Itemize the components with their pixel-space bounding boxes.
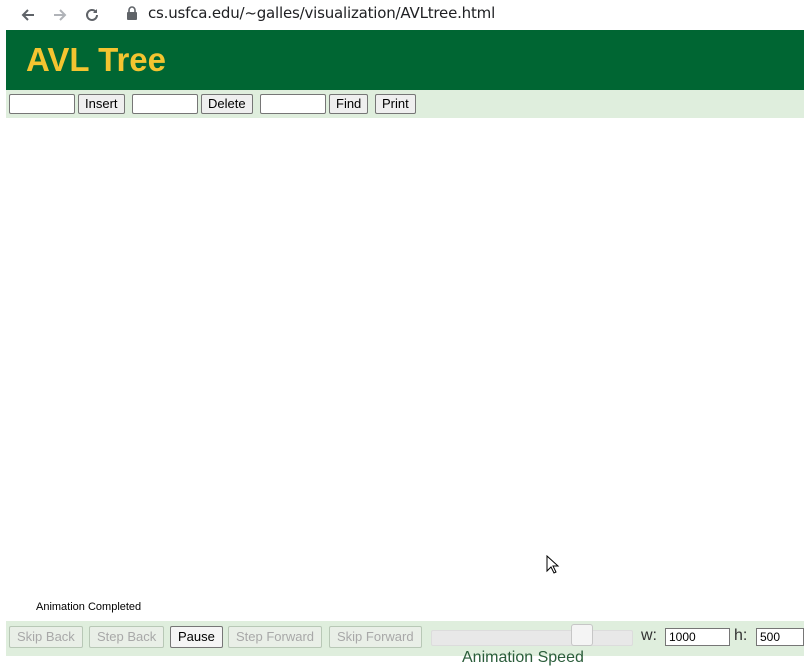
mouse-cursor-icon [546,554,560,580]
reload-icon[interactable] [80,3,104,27]
animation-canvas[interactable] [6,118,804,620]
step-back-button[interactable]: Step Back [89,626,165,648]
algorithm-toolbar: Insert Delete Find Print [6,90,804,118]
skip-back-button[interactable]: Skip Back [9,626,83,648]
insert-button[interactable]: Insert [78,94,125,114]
step-forward-button[interactable]: Step Forward [228,626,323,648]
pause-button[interactable]: Pause [170,626,223,648]
insert-input[interactable] [9,94,75,114]
print-button[interactable]: Print [375,94,416,114]
width-input[interactable] [665,628,730,646]
speed-label: Animation Speed [462,649,584,666]
page-content: AVL Tree Insert Delete Find Print Animat… [6,30,804,666]
browser-toolbar: cs.usfca.edu/~galles/visualization/AVLtr… [0,0,804,30]
address-bar[interactable]: cs.usfca.edu/~galles/visualization/AVLtr… [148,4,495,22]
height-label: h: [734,627,748,644]
page-header: AVL Tree [6,30,804,90]
animation-controls: Skip Back Step Back Pause Step Forward S… [6,621,804,666]
status-text: Animation Completed [36,601,142,613]
delete-button[interactable]: Delete [201,94,253,114]
height-input[interactable] [756,628,804,646]
page-title: AVL Tree [26,41,167,78]
lock-icon [126,6,138,25]
delete-input[interactable] [132,94,198,114]
find-button[interactable]: Find [329,94,369,114]
find-input[interactable] [260,94,326,114]
skip-forward-button[interactable]: Skip Forward [329,626,422,648]
width-label: w: [641,627,657,644]
forward-icon[interactable] [48,3,72,27]
speed-slider-track[interactable] [431,630,633,646]
speed-slider-thumb[interactable] [571,624,593,646]
back-icon[interactable] [16,3,40,27]
